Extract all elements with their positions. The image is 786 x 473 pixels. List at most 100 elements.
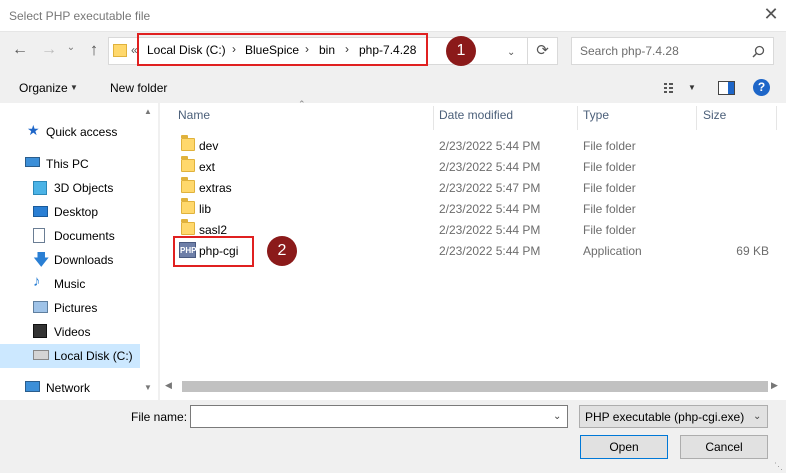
open-button[interactable]: Open [580,435,668,459]
file-row-extras[interactable]: extras 2/23/2022 5:47 PM File folder [172,177,772,198]
file-type: File folder [583,223,636,237]
folder-icon [113,44,127,57]
view-dropdown-icon[interactable]: ▼ [688,83,696,92]
column-divider[interactable] [696,106,697,130]
new-folder-button[interactable]: New folder [110,81,167,95]
nav-quick-access[interactable]: ★ Quick access [0,120,140,144]
folder-icon [181,156,195,172]
close-icon[interactable]: ✕ [760,3,782,25]
nav-local-disk[interactable]: Local Disk (C:) [0,344,140,368]
annotation-box-address [137,33,428,66]
annotation-box-php-cgi [173,236,254,267]
refresh-icon[interactable]: ⟳ [528,37,558,65]
nav-desktop[interactable]: Desktop [0,200,140,224]
nav-label: 3D Objects [54,181,114,195]
nav-pictures[interactable]: Pictures [0,296,140,320]
nav-label: Downloads [54,253,114,267]
file-date: 2/23/2022 5:44 PM [439,244,541,258]
column-header-date[interactable]: Date modified [439,108,513,130]
file-row-php-cgi[interactable]: PHP php-cgi 2/23/2022 5:44 PM Applicatio… [172,240,772,261]
search-icon[interactable] [752,45,765,58]
nav-label: Documents [54,229,115,243]
nav-label: Music [54,277,86,291]
column-divider[interactable] [577,106,578,130]
file-name-dropdown-icon[interactable]: ⌄ [553,411,561,422]
column-header-name[interactable]: Name [178,108,210,130]
help-icon[interactable]: ? [753,79,770,96]
cube-icon [33,181,47,195]
column-divider[interactable] [433,106,434,130]
filter-dropdown-icon[interactable]: ⌄ [753,411,761,422]
scrollbar-thumb[interactable] [182,381,768,392]
cancel-button[interactable]: Cancel [680,435,768,459]
title-bar: Select PHP executable file ✕ [0,0,786,32]
annotation-badge-1: 1 [446,36,476,66]
toolbar: Organize ▼ New folder ▼ ? [0,73,786,103]
file-type: File folder [583,139,636,153]
nav-3d-objects[interactable]: 3D Objects [0,176,140,200]
organize-dropdown-icon[interactable]: ▼ [70,83,78,92]
file-name-field[interactable]: ⌄ [190,405,568,428]
nav-label: Network [46,381,91,395]
file-row-ext[interactable]: ext 2/23/2022 5:44 PM File folder [172,156,772,177]
star-icon: ★ [27,122,40,138]
recent-dropdown-icon[interactable]: ⌄ [64,42,78,53]
nav-label: Local Disk (C:) [54,349,133,363]
back-arrow-icon[interactable]: ← [10,41,30,59]
forward-arrow-icon[interactable]: → [39,41,59,59]
view-options-icon[interactable] [664,83,680,94]
folder-icon [181,135,195,151]
search-box[interactable] [571,37,774,65]
nav-this-pc[interactable]: This PC [0,152,140,176]
resize-grip-icon[interactable]: ⋱ [774,461,783,472]
nav-label: This PC [46,157,89,171]
nav-documents[interactable]: Documents [0,224,140,248]
nav-label: Quick access [46,125,118,139]
file-row-sasl2[interactable]: sasl2 2/23/2022 5:44 PM File folder [172,219,772,240]
videos-icon [33,324,47,338]
up-arrow-icon[interactable]: ↑ [84,40,104,60]
network-icon [25,381,40,392]
column-divider[interactable] [776,106,777,130]
file-name-label: File name: [131,410,188,424]
nav-scrollbar[interactable]: ▲ ▼ [140,103,158,400]
folder-icon [181,219,195,235]
scroll-up-icon[interactable]: ▲ [144,107,152,116]
file-type-filter[interactable]: PHP executable (php-cgi.exe) ⌄ [579,405,768,428]
address-dropdown-icon[interactable]: ⌄ [507,47,515,58]
organize-button[interactable]: Organize [19,81,68,95]
nav-downloads[interactable]: 🡇 Downloads [0,248,140,272]
file-type: Application [583,244,642,258]
file-name: dev [199,139,219,153]
column-header-type[interactable]: Type [583,108,609,130]
file-date: 2/23/2022 5:44 PM [439,202,541,216]
file-row-lib[interactable]: lib 2/23/2022 5:44 PM File folder [172,198,772,219]
window-title: Select PHP executable file [9,9,151,23]
nav-videos[interactable]: Videos [0,320,140,344]
scroll-down-icon[interactable]: ▼ [144,383,152,392]
nav-music[interactable]: ♪ Music [0,272,140,296]
scroll-right-icon[interactable]: ▶ [771,380,778,391]
music-icon: ♪ [33,273,41,290]
scroll-left-icon[interactable]: ◀ [165,380,172,391]
file-name: ext [199,160,216,174]
file-size: 69 KB [736,244,769,258]
search-input[interactable] [572,38,742,64]
documents-icon [33,228,45,243]
file-row-dev[interactable]: dev 2/23/2022 5:44 PM File folder [172,135,772,156]
file-date: 2/23/2022 5:44 PM [439,139,541,153]
nav-label: Pictures [54,301,98,315]
annotation-badge-2: 2 [267,236,297,266]
nav-network[interactable]: Network [0,376,140,400]
preview-pane-icon[interactable] [718,81,735,95]
sort-indicator-icon: ⌃ [298,99,306,109]
file-date: 2/23/2022 5:44 PM [439,223,541,237]
computer-icon [25,157,40,167]
column-header-size[interactable]: Size [703,108,726,130]
nav-label: Videos [54,325,91,339]
file-date: 2/23/2022 5:47 PM [439,181,541,195]
file-type-filter-value: PHP executable (php-cgi.exe) [585,410,745,424]
file-name: sasl2 [199,223,228,237]
drive-icon [33,350,49,360]
download-icon: 🡇 [33,252,50,269]
